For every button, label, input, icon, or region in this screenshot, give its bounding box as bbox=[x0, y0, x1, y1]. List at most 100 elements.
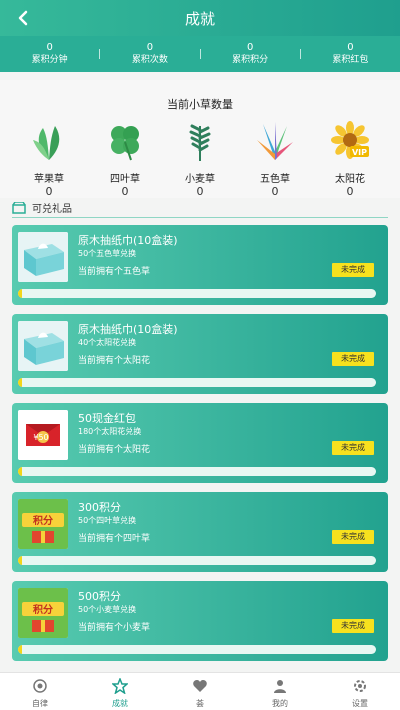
points-exchange-image: 积分 bbox=[18, 588, 68, 638]
apple-grass-icon bbox=[33, 126, 60, 160]
gift-card[interactable]: ¥50 50现金红包 180个太阳花兑换 当前拥有个太阳花 未完成 bbox=[12, 403, 388, 483]
nav-item-hui[interactable]: 荟 bbox=[160, 673, 240, 710]
gift-owned: 当前拥有个五色草 bbox=[78, 267, 151, 277]
nav-label: 设置 bbox=[352, 699, 368, 708]
stat-value: 0 bbox=[246, 42, 254, 53]
svg-text:¥50: ¥50 bbox=[33, 433, 48, 442]
grass-name: 苹果草 bbox=[34, 174, 64, 185]
grass-item-five-color[interactable]: 五色草 0 bbox=[245, 120, 305, 198]
stat-label: 累积次数 bbox=[131, 55, 168, 65]
progress-bar bbox=[18, 556, 376, 565]
stat-minutes: 0 累积分钟 bbox=[0, 42, 99, 66]
settings-icon bbox=[354, 680, 366, 692]
sunflower-vip-icon: VIP bbox=[331, 121, 369, 159]
nav-item-achievement[interactable]: 成就 bbox=[80, 673, 160, 710]
gift-shop-icon bbox=[12, 201, 26, 214]
stat-times: 0 累积次数 bbox=[100, 42, 199, 66]
progress-fill bbox=[18, 645, 22, 654]
svg-text:VIP: VIP bbox=[352, 148, 367, 157]
grass-item-sunflower[interactable]: VIP 太阳花 0 bbox=[320, 120, 380, 198]
gift-owned: 当前拥有个小麦草 bbox=[78, 623, 151, 633]
grass-count: 0 bbox=[45, 185, 53, 198]
gift-name: 500积分 bbox=[78, 590, 121, 603]
grass-name: 太阳花 bbox=[335, 174, 365, 185]
wheatgrass-icon bbox=[189, 124, 211, 161]
gift-requirement: 50个小麦草兑换 bbox=[78, 605, 137, 614]
progress-bar bbox=[18, 645, 376, 654]
gift-owned: 当前拥有个太阳花 bbox=[78, 356, 151, 366]
bottom-nav: 自律 成就 荟 我的 设置 bbox=[0, 672, 400, 710]
svg-text:积分: 积分 bbox=[33, 514, 53, 527]
nav-label: 成就 bbox=[112, 699, 128, 708]
gift-card[interactable]: 积分 500积分 50个小麦草兑换 当前拥有个小麦草 未完成 bbox=[12, 581, 388, 661]
stat-value: 0 bbox=[46, 42, 53, 53]
eye-icon bbox=[33, 679, 47, 693]
gift-requirement: 180个太阳花兑换 bbox=[78, 427, 142, 436]
gift-card[interactable]: 积分 300积分 50个四叶草兑换 当前拥有个四叶草 未完成 bbox=[12, 492, 388, 572]
gift-card[interactable]: 原木抽纸巾(10盒装) 50个五色草兑换 当前拥有个五色草 未完成 bbox=[12, 225, 388, 305]
page-title: 成就 bbox=[184, 9, 215, 28]
grass-item-apple[interactable]: 苹果草 0 bbox=[19, 120, 79, 198]
stat-label: 累积红包 bbox=[332, 55, 369, 65]
gift-requirement: 50个五色草兑换 bbox=[78, 249, 137, 258]
back-icon[interactable] bbox=[14, 8, 34, 28]
stats-row: 0 累积分钟 0 累积次数 0 累积积分 0 累积红包 bbox=[0, 36, 400, 72]
progress-bar bbox=[18, 378, 376, 387]
clover-icon bbox=[111, 126, 139, 161]
grass-name: 四叶草 bbox=[110, 174, 140, 185]
svg-text:积分: 积分 bbox=[33, 603, 53, 616]
status-badge[interactable]: 未完成 bbox=[332, 263, 374, 277]
stat-label: 累积积分 bbox=[232, 55, 269, 65]
grass-item-clover[interactable]: 四叶草 0 bbox=[95, 120, 155, 198]
tissue-box-image bbox=[18, 321, 68, 371]
red-envelope-image: ¥50 bbox=[18, 410, 68, 460]
status-badge[interactable]: 未完成 bbox=[332, 530, 374, 544]
star-badge-icon bbox=[111, 676, 129, 695]
progress-fill bbox=[18, 467, 22, 476]
gift-requirement: 50个四叶草兑换 bbox=[78, 516, 137, 525]
gift-name: 原木抽纸巾(10盒装) bbox=[78, 323, 178, 336]
status-badge[interactable]: 未完成 bbox=[332, 619, 374, 633]
gift-owned: 当前拥有个太阳花 bbox=[78, 445, 151, 455]
stat-label: 累积分钟 bbox=[31, 55, 68, 65]
progress-fill bbox=[18, 556, 22, 565]
gifts-section-header: 可兑礼品 bbox=[12, 198, 388, 218]
grass-panel-title: 当前小草数量 bbox=[167, 98, 233, 111]
nav-label: 自律 bbox=[32, 699, 48, 708]
nav-item-settings[interactable]: 设置 bbox=[320, 673, 400, 710]
grass-count: 0 bbox=[271, 185, 279, 198]
gift-name: 300积分 bbox=[78, 501, 121, 514]
five-color-grass-icon bbox=[257, 122, 293, 160]
grass-count: 0 bbox=[196, 185, 204, 198]
gift-card[interactable]: 原木抽纸巾(10盒装) 40个太阳花兑换 当前拥有个太阳花 未完成 bbox=[12, 314, 388, 394]
stat-value: 0 bbox=[347, 42, 354, 53]
progress-fill bbox=[18, 378, 22, 387]
heart-icon bbox=[193, 680, 207, 692]
nav-item-discipline[interactable]: 自律 bbox=[0, 673, 80, 710]
status-badge[interactable]: 未完成 bbox=[332, 441, 374, 455]
gift-name: 原木抽纸巾(10盒装) bbox=[78, 234, 178, 247]
grass-count-panel: 当前小草数量 苹果草 0 四叶草 0 小麦草 0 五色草 0 VIP 太阳花 0 bbox=[0, 80, 400, 198]
tissue-box-image bbox=[18, 232, 68, 282]
progress-bar bbox=[18, 289, 376, 298]
grass-count: 0 bbox=[346, 185, 354, 198]
nav-label: 我的 bbox=[272, 699, 288, 708]
user-icon bbox=[274, 680, 286, 693]
grass-name: 五色草 bbox=[260, 174, 290, 185]
gift-requirement: 40个太阳花兑换 bbox=[78, 338, 137, 347]
stat-points: 0 累积积分 bbox=[201, 42, 300, 66]
gifts-section-title: 可兑礼品 bbox=[32, 204, 72, 215]
gift-name: 50现金红包 bbox=[78, 412, 136, 425]
grass-count: 0 bbox=[121, 185, 129, 198]
points-exchange-image: 积分 bbox=[18, 499, 68, 549]
title-bar: 成就 bbox=[0, 0, 400, 36]
grass-name: 小麦草 bbox=[185, 174, 215, 185]
progress-bar bbox=[18, 467, 376, 476]
gift-owned: 当前拥有个四叶草 bbox=[78, 534, 151, 544]
grass-item-wheat[interactable]: 小麦草 0 bbox=[170, 120, 230, 198]
stat-value: 0 bbox=[146, 42, 154, 53]
stat-red-packets: 0 累积红包 bbox=[301, 42, 400, 66]
nav-item-mine[interactable]: 我的 bbox=[240, 673, 320, 710]
status-badge[interactable]: 未完成 bbox=[332, 352, 374, 366]
nav-label: 荟 bbox=[196, 699, 204, 708]
